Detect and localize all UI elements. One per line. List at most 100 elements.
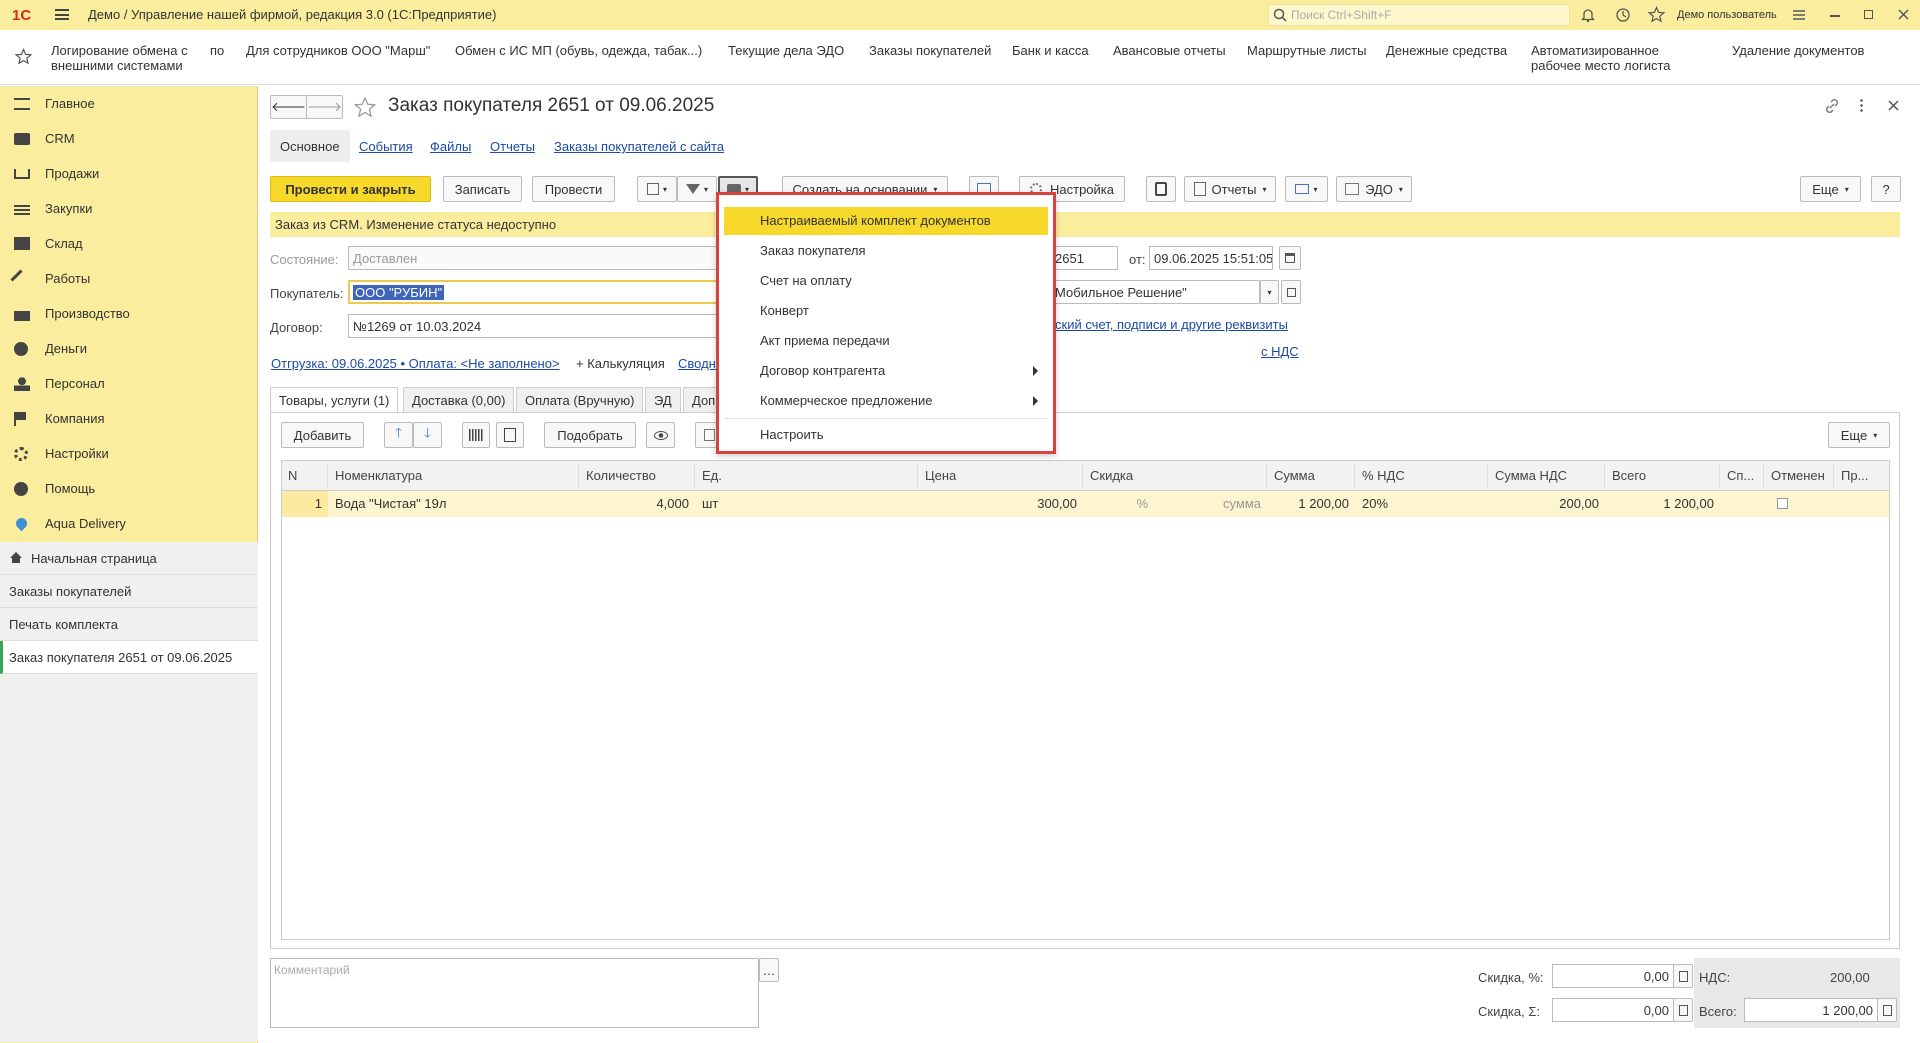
- quick-link[interactable]: по: [210, 43, 224, 58]
- close-document-icon[interactable]: [1888, 100, 1899, 111]
- tab-goods[interactable]: Товары, услуги (1): [270, 387, 399, 413]
- cell-unit[interactable]: шт: [696, 491, 918, 517]
- contract-field[interactable]: №1269 от 10.03.2024: [348, 314, 718, 338]
- discount-sum-field[interactable]: 0,00: [1552, 998, 1674, 1022]
- post-and-close-button[interactable]: Провести и закрыть: [270, 176, 431, 202]
- structure-button[interactable]: ▾: [637, 176, 677, 202]
- sidebar-item-money[interactable]: Деньги: [0, 331, 258, 366]
- sidebar-item-personnel[interactable]: Персонал: [0, 366, 258, 401]
- nav-files[interactable]: Файлы: [430, 139, 471, 154]
- menu-item-custom-doc-set[interactable]: Настраиваемый комплект документов: [724, 207, 1048, 235]
- quick-link[interactable]: Маршрутные листы: [1247, 43, 1366, 58]
- bell-icon[interactable]: [1580, 7, 1596, 23]
- shipment-payment-link[interactable]: Отгрузка: 09.06.2025 • Оплата: <Не запол…: [271, 356, 560, 371]
- column-header[interactable]: Скидка: [1084, 463, 1267, 488]
- organization-field[interactable]: Мобильное Решение": [1050, 280, 1260, 304]
- tab-payment[interactable]: Оплата (Вручную): [516, 387, 644, 413]
- sidebar-item-sales[interactable]: Продажи: [0, 156, 258, 191]
- scanner-button[interactable]: [496, 422, 524, 448]
- more-button[interactable]: Еще ▾: [1800, 176, 1861, 202]
- column-header[interactable]: % НДС: [1356, 463, 1488, 488]
- organization-dropdown-button[interactable]: ▾: [1260, 280, 1279, 304]
- vat-link[interactable]: с НДС: [1261, 344, 1299, 359]
- restore-icon[interactable]: [1864, 10, 1873, 19]
- quick-link[interactable]: Денежные средства: [1386, 43, 1507, 58]
- open-item-current-order[interactable]: Заказ покупателя 2651 от 09.06.2025: [0, 641, 258, 674]
- sidebar-item-purchases[interactable]: Закупки: [0, 191, 258, 226]
- column-header[interactable]: Сумма НДС: [1489, 463, 1605, 488]
- open-item-orders[interactable]: Заказы покупателей: [0, 575, 258, 608]
- column-header[interactable]: Пр...: [1835, 463, 1889, 488]
- cell-discount-sum[interactable]: сумма: [1160, 491, 1267, 517]
- user-name[interactable]: Демо пользователь: [1677, 9, 1777, 21]
- date-field[interactable]: 09.06.2025 15:51:05: [1149, 246, 1273, 270]
- comment-expand-button[interactable]: …: [759, 958, 779, 982]
- comment-field[interactable]: Комментарий: [270, 958, 759, 1028]
- table-more-button[interactable]: Еще ▾: [1828, 422, 1890, 448]
- tab-edo[interactable]: ЭД: [645, 387, 681, 413]
- add-button[interactable]: Добавить: [281, 422, 364, 448]
- buyer-field[interactable]: ООО "РУБИН": [348, 280, 718, 304]
- move-down-button[interactable]: 🡓: [413, 422, 442, 448]
- sidebar-item-help[interactable]: Помощь: [0, 471, 258, 506]
- reports-button[interactable]: Отчеты ▾: [1184, 176, 1276, 202]
- quick-link[interactable]: Логирование обмена с внешними системами: [51, 43, 201, 73]
- history-icon[interactable]: [1615, 7, 1631, 23]
- organization-open-button[interactable]: [1281, 280, 1301, 304]
- menu-item-commercial-offer[interactable]: Коммерческое предложение: [724, 387, 1048, 415]
- save-button[interactable]: Записать: [443, 176, 522, 202]
- pick-button[interactable]: Подобрать: [544, 422, 636, 448]
- column-header[interactable]: Цена: [919, 463, 1083, 488]
- calculation-link[interactable]: + Калькуляция: [576, 356, 665, 371]
- column-header[interactable]: Отменен: [1765, 463, 1834, 488]
- discount-pct-field[interactable]: 0,00: [1552, 964, 1674, 988]
- tab-delivery[interactable]: Доставка (0,00): [403, 387, 515, 413]
- column-header[interactable]: N: [282, 463, 328, 488]
- star-icon[interactable]: [1648, 6, 1665, 23]
- cell-total[interactable]: 1 200,00: [1606, 491, 1720, 517]
- summary-link[interactable]: Сводн: [678, 356, 716, 371]
- column-header[interactable]: Всего: [1606, 463, 1720, 488]
- nav-main[interactable]: Основное: [270, 130, 350, 162]
- barcode-button[interactable]: [462, 422, 490, 448]
- sidebar-item-production[interactable]: Производство: [0, 296, 258, 331]
- quick-link[interactable]: Автоматизированное рабочее место логиста: [1531, 43, 1691, 73]
- nav-reports[interactable]: Отчеты: [490, 139, 535, 154]
- more-vertical-icon[interactable]: [1860, 98, 1863, 112]
- sidebar-item-settings[interactable]: Настройки: [0, 436, 258, 471]
- close-icon[interactable]: [1898, 9, 1909, 20]
- forward-button[interactable]: 🡒: [306, 95, 343, 119]
- 1c-logo[interactable]: 1С: [12, 7, 31, 24]
- clipboard-button[interactable]: [1146, 176, 1176, 202]
- nav-events[interactable]: События: [359, 139, 413, 154]
- sidebar-item-company[interactable]: Компания: [0, 401, 258, 436]
- minimize-icon[interactable]: [1830, 15, 1840, 17]
- cell-vat-rate[interactable]: 20%: [1356, 491, 1488, 517]
- quick-link[interactable]: Авансовые отчеты: [1113, 43, 1226, 58]
- favorite-star-icon[interactable]: [354, 96, 376, 118]
- menu-item-buyer-order[interactable]: Заказ покупателя: [724, 237, 1048, 265]
- edo-button[interactable]: ЭДО ▾: [1336, 176, 1412, 202]
- quick-link[interactable]: Банк и касса: [1012, 43, 1089, 58]
- link-icon[interactable]: [1824, 98, 1840, 114]
- quick-link[interactable]: Для сотрудников ООО "Марш": [246, 43, 430, 58]
- cell-vat-sum[interactable]: 200,00: [1489, 491, 1605, 517]
- settings-menu-icon[interactable]: [1792, 8, 1806, 22]
- menu-item-acceptance-act[interactable]: Акт приема передачи: [724, 327, 1048, 355]
- grand-total-field[interactable]: 1 200,00: [1744, 998, 1878, 1022]
- calculator-button[interactable]: [1673, 998, 1693, 1022]
- column-header[interactable]: Количество: [580, 463, 695, 488]
- cancelled-checkbox[interactable]: [1777, 498, 1788, 509]
- cell-sum[interactable]: 1 200,00: [1268, 491, 1355, 517]
- help-button[interactable]: ?: [1871, 176, 1901, 202]
- sidebar-item-works[interactable]: Работы: [0, 261, 258, 296]
- cell-item[interactable]: Вода "Чистая" 19л: [329, 491, 579, 517]
- calculator-button[interactable]: [1877, 998, 1897, 1022]
- state-field[interactable]: Доставлен: [348, 246, 718, 270]
- calendar-button[interactable]: [1279, 246, 1301, 270]
- open-item-print-set[interactable]: Печать комплекта: [0, 608, 258, 641]
- quick-link[interactable]: Обмен с ИС МП (обувь, одежда, табак...): [455, 43, 702, 58]
- favorites-star-icon[interactable]: [15, 48, 32, 65]
- cell-discount-pct[interactable]: %: [1084, 491, 1154, 517]
- filter-button[interactable]: ▾: [677, 176, 717, 202]
